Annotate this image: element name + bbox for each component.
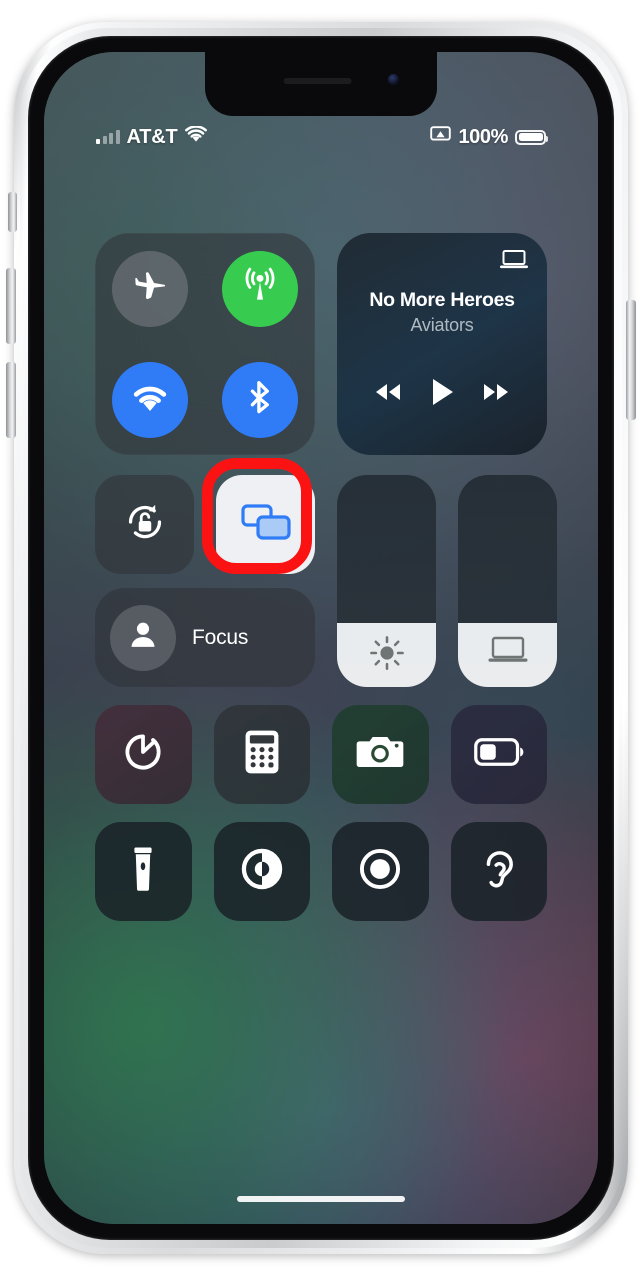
ear-hearing-icon xyxy=(479,845,519,898)
control-center-tiles-row-1 xyxy=(95,705,547,804)
brightness-slider-fill xyxy=(337,623,436,687)
laptop-airplay-icon[interactable] xyxy=(499,249,529,276)
rotation-lock-icon xyxy=(122,499,168,550)
home-indicator[interactable] xyxy=(237,1196,405,1202)
display-notch xyxy=(205,52,437,116)
carrier-label: AT&T xyxy=(126,125,178,148)
focus-icon-circle xyxy=(110,604,176,671)
cellular-data-toggle[interactable] xyxy=(222,250,298,327)
control-center-top-row: No More Heroes Aviators xyxy=(95,233,547,455)
airplane-mode-toggle[interactable] xyxy=(112,250,188,327)
brightness-slider[interactable] xyxy=(337,475,436,687)
earpiece-speaker xyxy=(283,78,352,84)
wifi-icon xyxy=(130,382,170,418)
control-center: No More Heroes Aviators Focus xyxy=(95,233,557,921)
bluetooth-toggle[interactable] xyxy=(222,361,298,438)
low-power-mode-tile[interactable] xyxy=(450,705,547,804)
control-center-middle-row: Focus xyxy=(95,475,557,687)
side-power-button[interactable] xyxy=(626,300,636,420)
timer-icon xyxy=(120,729,166,780)
cellular-signal-bars-icon xyxy=(96,130,120,144)
flashlight-tile[interactable] xyxy=(95,822,192,921)
flashlight-icon xyxy=(132,846,154,897)
fast-forward-icon[interactable] xyxy=(479,381,513,408)
status-bar-left: AT&T xyxy=(96,125,207,149)
battery-percent-label: 100% xyxy=(458,125,508,148)
wifi-icon xyxy=(184,125,207,148)
person-icon xyxy=(126,618,160,657)
status-bar-right: 100% xyxy=(430,125,548,149)
screen-record-tile[interactable] xyxy=(332,822,429,921)
control-center-tiles-row-2 xyxy=(95,822,547,921)
status-bar: AT&T 100% xyxy=(44,120,598,154)
media-controls xyxy=(337,376,547,413)
calculator-tile[interactable] xyxy=(213,705,310,804)
battery-low-power-icon xyxy=(473,738,524,771)
now-playing-title: No More Heroes xyxy=(369,289,515,311)
lock-and-mirroring-row xyxy=(95,475,315,574)
volume-up-button[interactable] xyxy=(6,268,16,344)
screen-mirroring-toggle[interactable] xyxy=(216,475,315,574)
laptop-output-icon xyxy=(487,635,529,670)
volume-slider-fill xyxy=(458,623,557,687)
now-playing-module[interactable]: No More Heroes Aviators xyxy=(337,233,547,455)
screen-record-icon xyxy=(357,846,403,897)
cellular-antenna-icon xyxy=(240,266,280,311)
sliders-group xyxy=(337,475,557,687)
camera-icon xyxy=(355,731,405,778)
rotation-lock-toggle[interactable] xyxy=(95,475,194,574)
calculator-icon xyxy=(243,729,281,780)
volume-slider[interactable] xyxy=(458,475,557,687)
rewind-icon[interactable] xyxy=(371,381,405,408)
hearing-tile[interactable] xyxy=(450,822,547,921)
screenshot-stage: AT&T 100% No More Heroes Aviators Focus xyxy=(0,0,642,1274)
timer-tile[interactable] xyxy=(95,705,192,804)
now-playing-artist: Aviators xyxy=(410,315,474,335)
focus-label: Focus xyxy=(192,625,249,649)
dark-mode-tile[interactable] xyxy=(213,822,310,921)
mute-switch-button[interactable] xyxy=(8,192,17,232)
brightness-sun-icon xyxy=(369,635,405,676)
phone-screen: AT&T 100% No More Heroes Aviators Focus xyxy=(44,52,598,1224)
bluetooth-icon xyxy=(241,378,279,421)
screen-mirroring-icon xyxy=(430,126,452,148)
wifi-toggle[interactable] xyxy=(112,361,188,438)
connectivity-module xyxy=(95,233,315,455)
front-camera-icon xyxy=(388,74,399,85)
battery-full-icon xyxy=(515,129,548,145)
focus-tile[interactable]: Focus xyxy=(95,588,315,687)
middle-left-group: Focus xyxy=(95,475,315,687)
play-icon[interactable] xyxy=(428,376,456,413)
camera-tile[interactable] xyxy=(332,705,429,804)
airplane-icon xyxy=(132,268,168,309)
screen-mirroring-icon xyxy=(240,501,292,548)
volume-down-button[interactable] xyxy=(6,362,16,438)
contrast-circle-icon xyxy=(239,846,285,897)
